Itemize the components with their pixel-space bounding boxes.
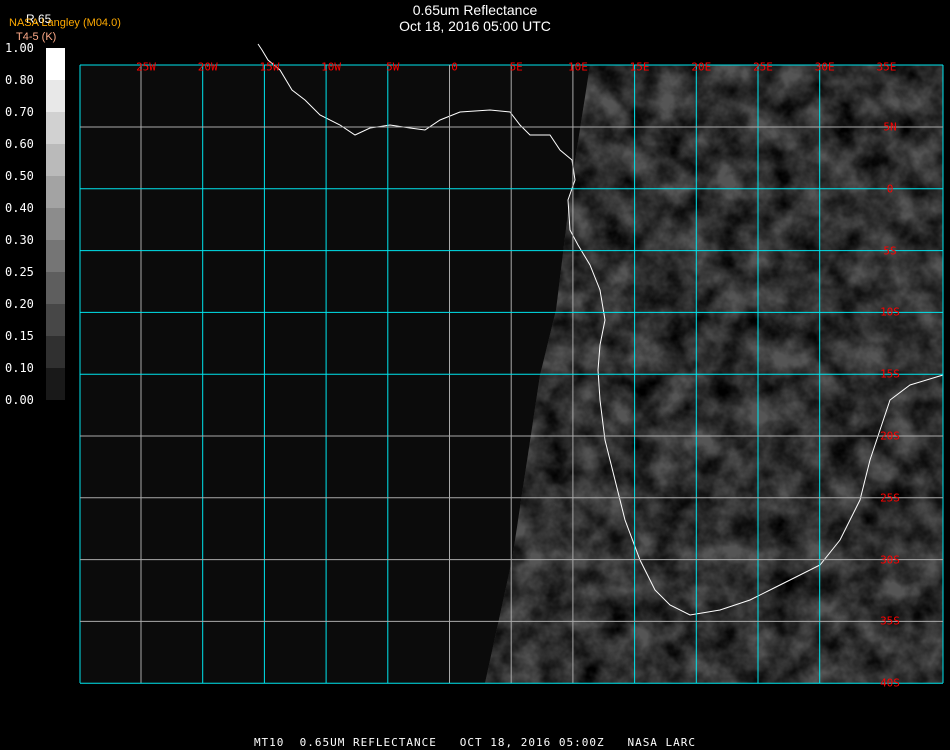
longitude-label: 20E — [691, 60, 712, 74]
longitude-label: 5E — [509, 60, 523, 74]
latitude-label: 15S — [880, 367, 900, 381]
longitude-label: 15W — [259, 60, 280, 74]
latitude-label: 10S — [880, 305, 900, 319]
longitude-label: 25W — [136, 60, 156, 74]
latitude-label: 20S — [880, 429, 900, 443]
latitude-label: 40S — [880, 676, 900, 690]
latitude-label: 35S — [880, 614, 900, 628]
longitude-label: 5W — [386, 60, 400, 74]
longitude-label: 25E — [753, 60, 773, 74]
latitude-label: 5N — [883, 120, 897, 134]
latitude-label: 30S — [880, 553, 900, 567]
longitude-label: 10E — [567, 60, 588, 74]
longitude-label: 30E — [814, 60, 835, 74]
longitude-label: 35E — [876, 60, 897, 74]
longitude-label: 0 — [451, 60, 458, 74]
latitude-label: 5S — [883, 244, 897, 258]
latitude-label: 25S — [880, 491, 900, 505]
latitude-label: 0 — [886, 182, 894, 196]
image-caption: MT10 0.65UM REFLECTANCE OCT 18, 2016 05:… — [253, 736, 697, 749]
longitude-label: 10W — [321, 60, 342, 74]
longitude-label: 20W — [197, 60, 218, 74]
satellite-map — [79, 43, 944, 684]
longitude-label: 15E — [629, 60, 650, 74]
